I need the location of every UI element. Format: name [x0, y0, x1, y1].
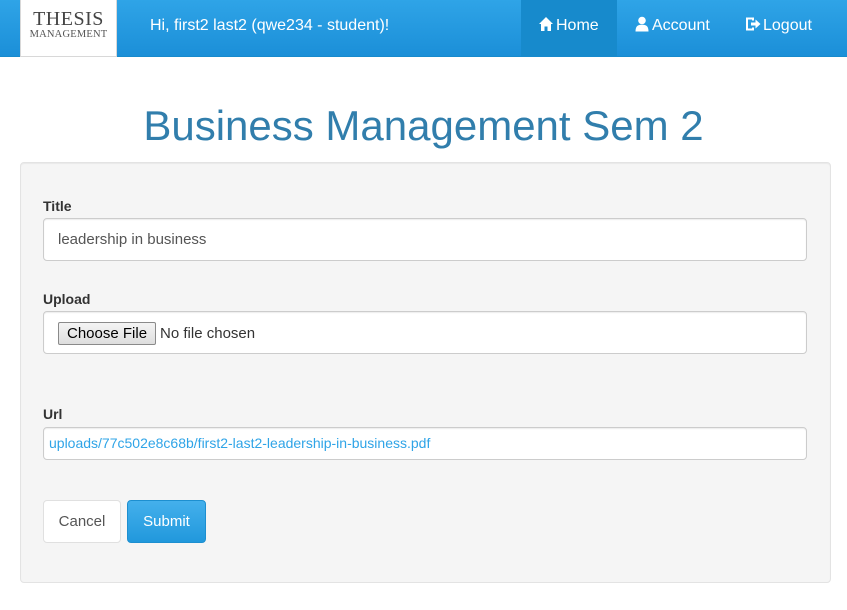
nav-logout[interactable]: Logout: [728, 0, 829, 56]
cancel-button[interactable]: Cancel: [43, 500, 121, 543]
nav-account-label: Account: [652, 17, 710, 34]
title-label: Title: [43, 198, 72, 214]
home-icon: [539, 17, 553, 31]
brand-line-1: THESIS: [33, 8, 104, 30]
choose-file-button[interactable]: Choose File: [58, 321, 157, 345]
page-title: Business Management Sem 2: [143, 102, 704, 149]
user-icon: [635, 16, 649, 32]
url-link[interactable]: uploads/77c502e8c68b/first2-last2-leader…: [49, 435, 430, 451]
nav-home[interactable]: Home: [521, 0, 617, 56]
nav-logout-label: Logout: [763, 17, 812, 34]
submit-button[interactable]: Submit: [127, 500, 206, 543]
url-field: uploads/77c502e8c68b/first2-last2-leader…: [43, 427, 807, 460]
top-navbar: THESIS MANAGEMENT Hi, first2 last2 (qwe2…: [0, 0, 847, 57]
upload-label: Upload: [43, 291, 91, 307]
upload-field: Choose File No file chosen: [43, 311, 807, 354]
title-input[interactable]: leadership in business: [43, 218, 807, 261]
logout-icon: [746, 17, 761, 31]
user-greeting: Hi, first2 last2 (qwe234 - student)!: [150, 17, 390, 34]
brand-line-2: MANAGEMENT: [29, 29, 108, 40]
nav-home-label: Home: [556, 17, 599, 34]
file-status-text: No file chosen: [160, 324, 256, 342]
brand-logo[interactable]: THESIS MANAGEMENT: [20, 0, 117, 57]
url-label: Url: [43, 406, 63, 422]
nav-account[interactable]: Account: [617, 0, 727, 56]
